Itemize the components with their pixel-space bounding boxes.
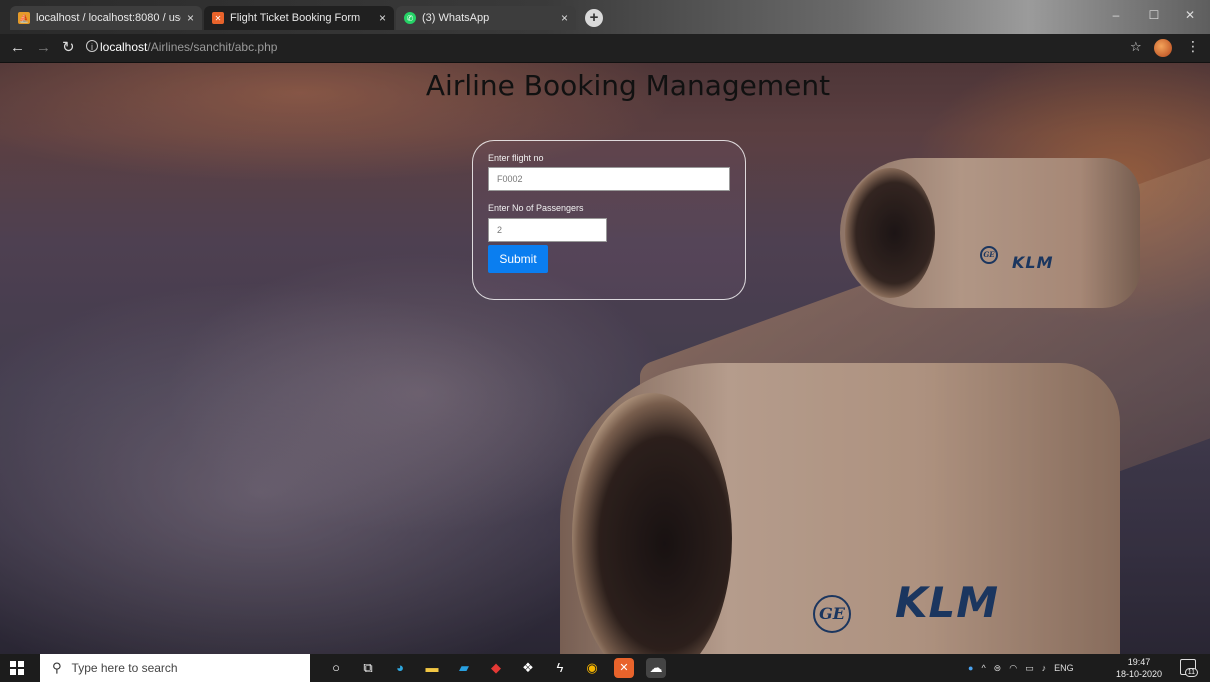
photos-icon[interactable]: ☁ [646,658,666,678]
flight-no-input[interactable]: F0002 [488,167,730,191]
forward-arrow-icon[interactable]: → [36,39,51,57]
notification-icon[interactable]: 11 [1180,659,1198,677]
edge-icon[interactable]: ◕ [390,658,410,678]
clock[interactable]: 19:47 18-10-2020 [1116,656,1162,680]
profile-avatar[interactable] [1154,39,1172,57]
notification-count: 11 [1184,668,1198,677]
flight-no-label: Enter flight no [488,153,544,163]
dropbox-icon[interactable]: ❖ [518,658,538,678]
search-placeholder: Type here to search [71,661,178,675]
minimize-icon[interactable]: – [1102,6,1130,24]
url-path: /Airlines/sanchit/abc.php [147,40,278,54]
url-field[interactable]: localhost/Airlines/sanchit/abc.php [100,40,277,54]
network-icon[interactable]: ⊜ [994,663,1002,674]
store-icon[interactable]: ▰ [454,658,474,678]
passengers-label: Enter No of Passengers [488,203,584,213]
sublime-icon[interactable]: ϟ [550,658,570,678]
info-icon[interactable]: i [86,40,98,52]
search-icon: ⚲ [52,660,62,675]
chevron-up-icon[interactable]: ^ [981,663,985,673]
menu-kebab-icon[interactable]: ⋮ [1186,38,1200,55]
help-icon[interactable]: ● [968,663,973,673]
phpmyadmin-icon: ⛵ [18,12,30,24]
new-tab-button[interactable]: + [585,9,603,27]
taskbar-search-input[interactable]: ⚲ Type here to search [40,654,310,682]
close-tab-icon[interactable]: × [379,11,386,25]
wifi-icon[interactable]: ◠ [1009,663,1017,674]
close-window-icon[interactable]: ✕ [1176,6,1204,24]
xampp-icon: ✕ [212,12,224,24]
windows-start-icon[interactable] [10,661,24,675]
address-bar: ← → ↻ i localhost/Airlines/sanchit/abc.p… [0,34,1210,63]
file-explorer-icon[interactable]: ▬ [422,658,442,678]
xampp-taskbar-icon[interactable]: ✕ [614,658,634,678]
volume-icon[interactable]: ♪ [1042,663,1047,673]
clock-time: 19:47 [1127,657,1151,667]
passengers-input[interactable]: 2 [488,218,607,242]
cortana-icon[interactable]: ○ [326,658,346,678]
tab-phpmyadmin[interactable]: ⛵ localhost / localhost:8080 / users × [10,6,202,30]
bookmark-star-icon[interactable]: ☆ [1130,39,1142,55]
task-view-icon[interactable]: ⧉ [358,658,378,678]
language-indicator[interactable]: ENG [1054,663,1074,673]
tab-whatsapp[interactable]: ✆ (3) WhatsApp × [396,6,576,30]
close-tab-icon[interactable]: × [187,11,194,25]
page-viewport: GE KLM GE KLM Airline Booking Management… [0,63,1210,654]
tab-title: Flight Ticket Booking Form [230,12,361,24]
tab-title: (3) WhatsApp [422,12,490,24]
tab-flight-booking[interactable]: ✕ Flight Ticket Booking Form × [204,6,394,30]
back-arrow-icon[interactable]: ← [10,39,25,57]
submit-button[interactable]: Submit [488,245,548,273]
clock-date: 18-10-2020 [1116,669,1163,679]
url-host: localhost [100,40,148,54]
whatsapp-icon: ✆ [404,12,416,24]
taskbar: ⚲ Type here to search ○ ⧉ ◕ ▬ ▰ ◆ ❖ ϟ ◉ … [0,654,1210,682]
battery-icon[interactable]: ▭ [1025,663,1034,674]
reload-icon[interactable]: ↻ [62,39,75,57]
close-tab-icon[interactable]: × [561,11,568,25]
tab-title: localhost / localhost:8080 / users [36,12,181,24]
maximize-icon[interactable]: ☐ [1140,6,1168,24]
system-tray: ● ^ ⊜ ◠ ▭ ♪ ENG [968,654,1074,682]
chrome-icon[interactable]: ◉ [582,658,602,678]
booking-form: Enter flight no F0002 Enter No of Passen… [472,140,746,300]
browser-tab-bar: ⛵ localhost / localhost:8080 / users × ✕… [0,0,1210,34]
git-icon[interactable]: ◆ [486,658,506,678]
page-title: Airline Booking Management [425,69,831,102]
